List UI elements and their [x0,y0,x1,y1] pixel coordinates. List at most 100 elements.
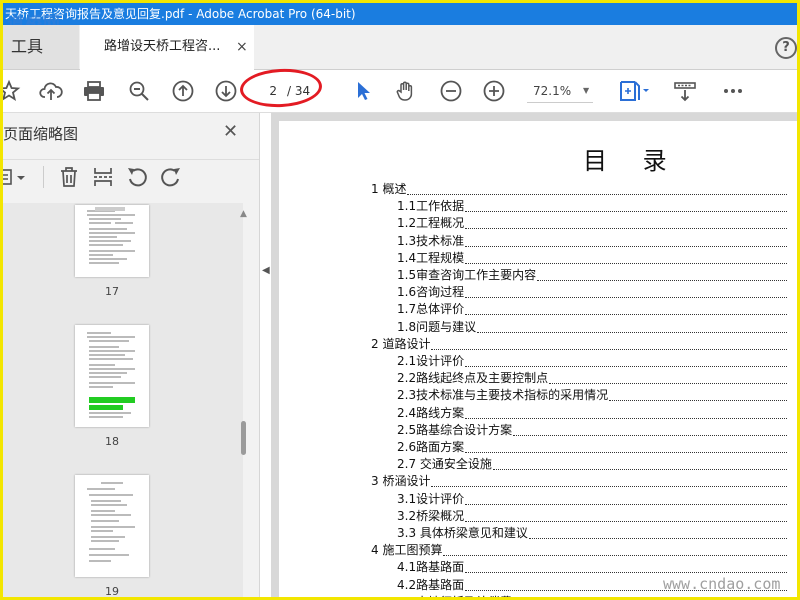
toc-subsection[interactable]: 4.1路基路面 [397,559,787,577]
toc-subsection[interactable]: 1.5审查咨询工作主要内容 [397,267,787,284]
thumbnail-label: 17 [105,285,119,298]
toc-leader-dots [465,250,787,264]
toc-section[interactable]: 2 道路设计 [371,335,787,353]
thumbnail-options-icon[interactable] [0,166,31,188]
page-heading: 目 录 [583,147,681,175]
toc-section[interactable]: 1 概述 [371,181,787,198]
toc-subsection[interactable]: 1.7总体评价 [397,301,787,319]
toc-subsection[interactable]: 4.3土地征拆及补偿费 [397,593,787,597]
toc-leader-dots [477,319,787,333]
page-thumbnail-17[interactable] [75,205,149,277]
toc-leader-dots [431,473,787,488]
toc-subsection[interactable]: 3.3 具体桥梁意见和建议 [397,525,787,542]
toc-entry-text: 2.6路面方案 [397,439,466,456]
toc-subsection[interactable]: 2.7 交通安全设施 [397,456,787,474]
extract-pages-icon[interactable] [91,165,115,189]
toc-entry-text: 3 桥涵设计 [371,473,432,491]
panel-close-icon[interactable]: ✕ [223,121,238,142]
window-title-bar: 天桥工程咨询报告及意见回复.pdf - Adobe Acrobat Pro (6… [3,3,797,25]
toc-section[interactable]: 4 施工图预算 [371,542,787,560]
thumbnail-preview [87,207,135,264]
zoom-search-icon[interactable] [127,79,151,103]
scroll-up-icon[interactable]: ▲ [240,209,247,219]
page-thumbnail-19[interactable] [75,475,149,577]
toc-entry-text: 1 概述 [371,181,408,198]
toc-entry-text: 2.3技术标准与主要技术指标的采用情况 [397,387,610,405]
redo-icon[interactable] [159,165,183,189]
zoom-value: 72.1% [533,84,572,98]
toc-leader-dots [465,301,787,316]
page-thumbnail-18[interactable] [75,325,149,427]
toc-entry-text: 4 施工图预算 [371,542,444,560]
toc-subsection[interactable]: 2.5路基综合设计方案 [397,421,787,439]
toc-leader-dots [465,353,787,367]
toc-subsection[interactable]: 1.4工程规模 [397,249,787,267]
chevron-down-icon: ▼ [583,86,590,95]
toc-subsection[interactable]: 4.2路基路面 [397,576,787,594]
thumbnail-label: 18 [105,435,119,448]
toc-entry-text: 1.5审查咨询工作主要内容 [397,267,538,284]
toc-entry-text: 2.5路基综合设计方案 [397,421,514,439]
more-options-icon[interactable] [721,79,745,103]
toc-entry-text: 2.2路线起终点及主要控制点 [397,370,550,388]
toc-leader-dots [465,439,787,453]
zoom-in-icon[interactable] [482,79,506,103]
help-icon[interactable]: ? [775,37,797,59]
toc-entry-text: 4.1路基路面 [397,559,466,577]
delete-icon[interactable] [57,165,81,189]
zoom-select[interactable]: 72.1% ▼ [527,80,593,103]
scrollbar-thumb[interactable] [241,421,246,455]
next-page-icon[interactable] [214,79,238,103]
tab-tools[interactable]: 工具 [3,25,79,69]
toc-entry-text: 2 道路设计 [371,335,432,353]
scroll-mode-icon[interactable] [673,79,697,103]
toc-leader-dots [431,336,787,350]
document-viewport[interactable]: 目 录 1 概述 1.1工作依据 1.2工程概况 1.3技术标准 1.4工程规模 1.5审… [271,113,797,597]
toc-section[interactable]: 3 桥涵设计 [371,473,787,491]
toc-leader-dots [465,559,787,574]
undo-icon[interactable] [125,165,149,189]
thumbnail-preview [87,482,135,562]
toc-subsection[interactable]: 3.2桥梁概况 [397,507,787,525]
select-cursor-icon[interactable] [352,79,376,103]
toc-leader-dots [465,233,787,247]
toc-leader-dots [465,491,787,505]
tab-document[interactable]: 路增设天桥工程咨... × [80,25,254,70]
fit-page-icon[interactable] [617,79,651,103]
toc-subsection[interactable]: 2.1设计评价 [397,353,787,370]
toc-subsection[interactable]: 1.2工程概况 [397,215,787,233]
toc-subsection[interactable]: 2.3技术标准与主要技术指标的采用情况 [397,387,787,405]
panel-title: 页面缩略图 [3,125,79,143]
tab-close-icon[interactable]: × [236,25,248,69]
toc-entry-text: 2.1设计评价 [397,353,466,370]
toc-entry-text: 3.3 具体桥梁意见和建议 [397,525,529,542]
hand-tool-icon[interactable] [394,79,418,103]
toc-entry-text: 1.2工程概况 [397,215,466,233]
thumbnail-list: 17 18 19 [3,203,243,598]
main-toolbar: 2 / 34 72.1% ▼ [0,66,797,113]
screenshot-frame: 天桥工程咨询报告及意见回复.pdf - Adobe Acrobat Pro (6… [0,0,800,600]
toc-entry-text: 1.3技术标准 [397,232,466,250]
toc-subsection[interactable]: 1.8问题与建议 [397,318,787,336]
collapse-panel-icon[interactable]: ◀ [262,265,270,276]
toc-leader-dots [513,594,787,597]
previous-page-icon[interactable] [171,79,195,103]
print-icon[interactable] [82,79,106,103]
cloud-upload-icon[interactable] [39,79,63,103]
toc-subsection[interactable]: 1.3技术标准 [397,232,787,250]
thumbnail-label: 19 [105,585,119,598]
toc-leader-dots [465,508,787,522]
toc-subsection[interactable]: 2.6路面方案 [397,439,787,456]
toc-entry-text: 2.7 交通安全设施 [397,456,493,474]
toc-subsection[interactable]: 2.4路线方案 [397,404,787,422]
toc-subsection[interactable]: 1.6咨询过程 [397,284,787,302]
toc-entry-text: 4.3土地征拆及补偿费 [397,593,514,597]
toc-leader-dots [528,525,787,539]
toc-subsection[interactable]: 2.2路线起终点及主要控制点 [397,370,787,388]
zoom-out-icon[interactable] [439,79,463,103]
toc-entry-text: 1.1工作依据 [397,198,466,216]
star-icon[interactable] [0,79,21,103]
toc-subsection[interactable]: 3.1设计评价 [397,490,787,508]
toc-subsection[interactable]: 1.1工作依据 [397,198,787,216]
thumbnail-scrollbar[interactable]: ▲ [239,207,251,597]
